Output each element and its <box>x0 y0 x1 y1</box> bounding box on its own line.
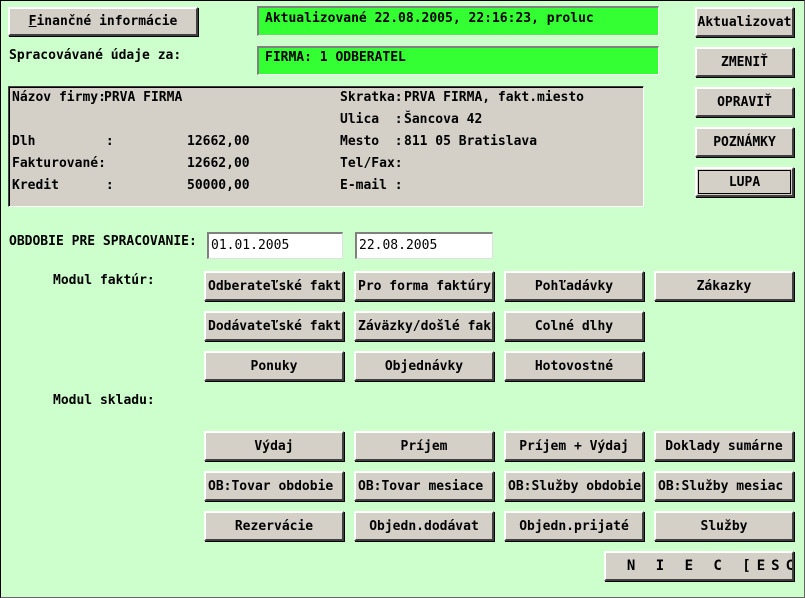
opravit-button[interactable]: OPRAVIŤ <box>695 87 794 117</box>
period-from-input[interactable]: 01.01.2005 <box>207 232 343 259</box>
tel-fax-label: Tel/Fax: <box>340 156 403 171</box>
dlh-label: Dlh : <box>12 134 114 149</box>
hotovostne-button[interactable]: Hotovostné <box>504 351 644 381</box>
objednavky-button[interactable]: Objednávky <box>354 351 494 381</box>
doklady-sumarne-button[interactable]: Doklady sumárne <box>654 431 794 461</box>
poznamky-button[interactable]: POZNÁMKY <box>695 127 794 157</box>
fakturovane-label: Fakturované: <box>12 156 106 171</box>
email-label: E-mail : <box>340 178 403 193</box>
odberatelske-faktury-button[interactable]: Odberateľské fakt <box>204 271 344 301</box>
stock-module-label: Modul skladu: <box>53 393 155 408</box>
firm-name-value: PRVA FIRMA <box>104 90 183 105</box>
skratka-label: Skratka: <box>340 90 403 105</box>
mesto-label: Mesto : <box>340 134 403 149</box>
financial-info-hotkey: F <box>28 14 37 29</box>
ulica-label: Ulica : <box>340 112 403 127</box>
fakturovane-value: 12662,00 <box>187 156 250 171</box>
objedn-dodavat-button[interactable]: Objedn.dodávat <box>354 511 494 541</box>
pro-forma-faktury-button[interactable]: Pro forma faktúry <box>354 271 494 301</box>
period-label: OBDOBIE PRE SPRACOVANIE: <box>9 234 197 249</box>
koniec-button[interactable]: K O N I E C [ESC] <box>604 551 794 581</box>
zmenit-button[interactable]: ZMENIŤ <box>695 47 794 77</box>
firm-name-label: Názov firmy: <box>12 90 106 105</box>
ob-sluzby-obdobie-button[interactable]: OB:Služby obdobie <box>504 471 644 501</box>
prijem-button[interactable]: Príjem <box>354 431 494 461</box>
lupa-button[interactable]: LUPA <box>695 167 794 197</box>
prijem-vydaj-button[interactable]: Príjem + Výdaj <box>504 431 644 461</box>
company-info-panel: Názov firmy: PRVA FIRMA Dlh : 12662,00 F… <box>8 86 644 207</box>
pohladavky-button[interactable]: Pohľadávky <box>504 271 644 301</box>
koniec-label: O N I E C [ESC] <box>606 558 792 574</box>
ob-sluzby-mesiac-button[interactable]: OB:Služby mesiac <box>654 471 794 501</box>
company-field: FIRMA: 1 ODBERATEL <box>257 46 659 75</box>
mesto-value: 811 05 Bratislava <box>404 134 538 149</box>
kredit-label: Kredit : <box>12 178 114 193</box>
aktualizovat-button[interactable]: Aktualizovat <box>695 7 794 37</box>
invoice-module-label: Modul faktúr: <box>53 273 155 288</box>
rezervacie-button[interactable]: Rezervácie <box>204 511 344 541</box>
ulica-value: Šancova 42 <box>404 112 483 127</box>
dlh-value: 12662,00 <box>187 134 250 149</box>
colne-dlhy-button[interactable]: Colné dlhy <box>504 311 644 341</box>
kredit-value: 50000,00 <box>187 178 250 193</box>
financial-info-label: inančné informácie <box>36 14 178 29</box>
ob-tovar-obdobie-button[interactable]: OB:Tovar obdobie <box>204 471 344 501</box>
period-to-input[interactable]: 22.08.2005 <box>355 232 493 259</box>
ponuky-button[interactable]: Ponuky <box>204 351 344 381</box>
skratka-value: PRVA FIRMA, fakt.miesto <box>404 90 585 105</box>
status-bar: Aktualizované 22.08.2005, 22:16:23, prol… <box>257 6 659 36</box>
sluzby-button[interactable]: Služby <box>654 511 794 541</box>
processed-data-label: Spracovávané údaje za: <box>9 48 182 63</box>
objedn-prijate-button[interactable]: Objedn.prijaté <box>504 511 644 541</box>
zakazky-button[interactable]: Zákazky <box>654 271 794 301</box>
zavazky-button[interactable]: Záväzky/došlé fak <box>354 311 494 341</box>
financial-info-button[interactable]: Finančné informácie <box>8 7 198 36</box>
dodavatelske-faktury-button[interactable]: Dodávateľské fakt <box>204 311 344 341</box>
vydaj-button[interactable]: Výdaj <box>204 431 344 461</box>
ob-tovar-mesiace-button[interactable]: OB:Tovar mesiace <box>354 471 494 501</box>
